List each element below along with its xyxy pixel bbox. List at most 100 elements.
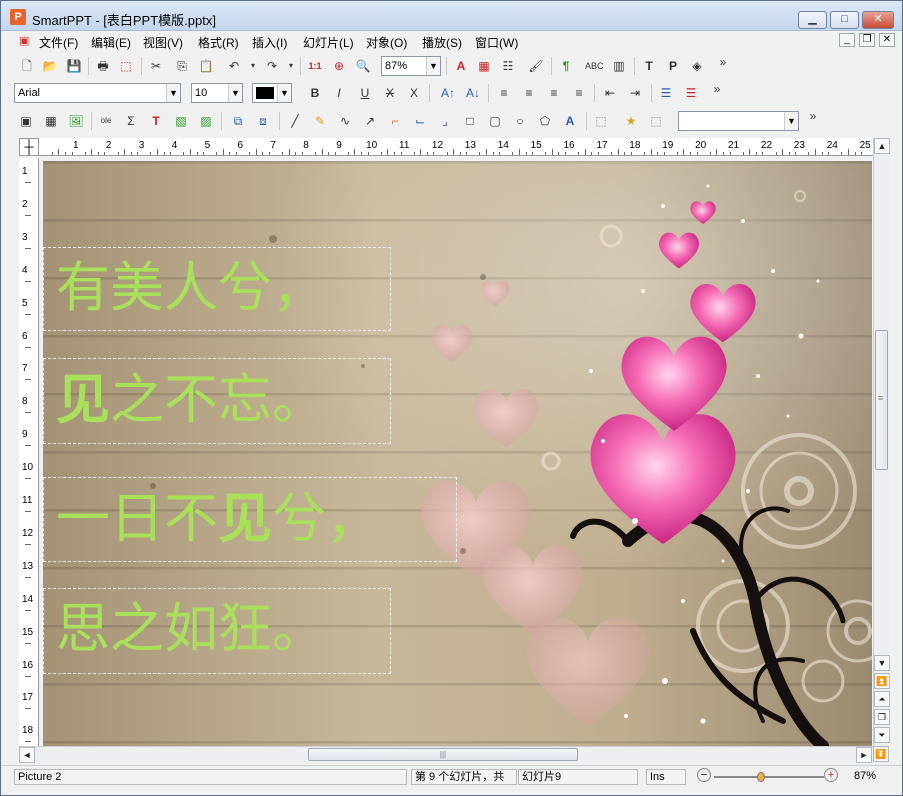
font-color-icon[interactable]: A — [452, 57, 470, 75]
slide-number-icon[interactable]: 1:1 — [306, 57, 324, 75]
grow-font-button[interactable]: A↑ — [437, 84, 459, 102]
previous-slide-button[interactable]: ⏶ — [874, 691, 890, 707]
connector-icon[interactable]: ⌐ — [386, 112, 404, 130]
mdi-minimize-button[interactable]: _ — [839, 33, 855, 47]
undo-dropdown-icon[interactable]: ▾ — [244, 57, 262, 75]
scroll-right-button[interactable]: ► — [856, 747, 872, 763]
pdf-export-icon[interactable]: ⬚ — [117, 57, 135, 75]
insert-table-icon[interactable]: ▦ — [475, 57, 493, 75]
maximize-button[interactable]: □ — [830, 11, 859, 29]
toolbar-overflow-button[interactable]: » — [708, 80, 726, 98]
menu-object[interactable]: 对象(O) — [366, 34, 407, 51]
slide-canvas[interactable]: 有美人兮， 见之不忘。 一日不见兮， 思之如狂。 — [43, 161, 872, 746]
bold-button[interactable]: B — [306, 84, 324, 102]
new-doc-icon[interactable]: 🗋 — [18, 57, 36, 75]
menu-window[interactable]: 窗口(W) — [475, 34, 518, 51]
text-color-select[interactable]: ▼ — [252, 83, 292, 103]
horizontal-scroll-thumb[interactable]: ||| — [308, 748, 578, 761]
undo-icon[interactable]: ↶ — [225, 57, 243, 75]
save-icon[interactable]: 💾 — [65, 57, 83, 75]
menu-play[interactable]: 播放(S) — [422, 34, 462, 51]
pencil-tool-icon[interactable]: ✎ — [311, 112, 329, 130]
style-select[interactable]: ▼ — [678, 111, 799, 131]
plugin-frame-icon[interactable]: ▨ — [197, 112, 215, 130]
text-frame-line-4[interactable]: 思之如狂。 — [43, 588, 391, 674]
ellipse-tool-icon[interactable]: ○ — [511, 112, 529, 130]
list-outline-icon[interactable]: ☷ — [499, 57, 517, 75]
text-frame-icon[interactable]: T — [147, 112, 165, 130]
close-button[interactable]: ✕ — [862, 11, 894, 29]
cut-icon[interactable]: ✂ — [147, 57, 165, 75]
zoom-select[interactable]: 87% ▼ — [381, 56, 441, 76]
font-family-select[interactable]: Arial ▼ — [14, 83, 181, 103]
curve-tool-icon[interactable]: ∿ — [336, 112, 354, 130]
copy-icon[interactable]: ⎘ — [173, 57, 191, 75]
menu-view[interactable]: 视图(V) — [143, 34, 183, 51]
layers-icon[interactable]: ◈ — [688, 57, 706, 75]
menu-edit[interactable]: 编辑(E) — [91, 34, 131, 51]
text-frame-line-3[interactable]: 一日不见兮， — [43, 477, 457, 562]
italic-button[interactable]: I — [330, 84, 348, 102]
next-slide-button[interactable]: ⏷ — [874, 727, 890, 743]
zoom-slider[interactable] — [714, 776, 824, 778]
shapes-tool-icon[interactable]: ⬠ — [536, 112, 554, 130]
vertical-scroll-thumb[interactable]: ≡ — [875, 330, 888, 470]
shrink-font-button[interactable]: A↓ — [462, 84, 484, 102]
arrow-tool-icon[interactable]: ↗ — [361, 112, 379, 130]
vertical-scrollbar[interactable]: ▲ ≡ ▼ ⏫ ⏶ ❐ ⏷ — [873, 138, 890, 746]
table-frame-icon[interactable]: ▦ — [42, 112, 60, 130]
ole-object-icon[interactable]: ole — [97, 112, 115, 130]
mdi-restore-button[interactable]: ❐ — [859, 33, 875, 47]
first-slide-button[interactable]: ⏫ — [874, 673, 890, 689]
redo-dropdown-icon[interactable]: ▾ — [282, 57, 300, 75]
menu-file[interactable]: 文件(F) — [39, 34, 78, 51]
underline-button[interactable]: U — [356, 84, 374, 102]
menu-slide[interactable]: 幻灯片(L) — [303, 34, 354, 51]
clear-format-button[interactable]: X — [405, 84, 423, 102]
picture-frame-icon[interactable]: 🖼 — [67, 112, 85, 130]
side-panel-handle[interactable] — [5, 138, 19, 748]
transparency-icon[interactable]: ⬚ — [647, 112, 665, 130]
scroll-left-button[interactable]: ◄ — [19, 747, 35, 763]
zoom-out-button[interactable]: − — [697, 768, 711, 782]
horizontal-scrollbar[interactable]: ◄ ||| ► — [19, 746, 873, 763]
format-brush-icon[interactable]: 🖌 — [527, 57, 545, 75]
ruler-corner-icon[interactable]: ┼ — [19, 138, 39, 156]
last-slide-button[interactable]: ⏬ — [873, 746, 889, 762]
chart-frame-icon[interactable]: ▧ — [172, 112, 190, 130]
zoom-in-button[interactable]: + — [824, 768, 838, 782]
chart-icon[interactable]: ▥ — [610, 57, 628, 75]
curved-connector-icon[interactable]: ⌟ — [436, 112, 454, 130]
rectangle-tool-icon[interactable]: □ — [461, 112, 479, 130]
ungroup-icon[interactable]: ⧈ — [254, 112, 272, 130]
open-folder-icon[interactable]: 📂 — [41, 57, 59, 75]
formula-frame-icon[interactable]: Σ — [122, 112, 140, 130]
text-frame-line-1[interactable]: 有美人兮， — [43, 247, 391, 331]
text-frame-line-2[interactable]: 见之不忘。 — [43, 358, 391, 444]
indent-button[interactable]: ⇥ — [626, 84, 644, 102]
group-icon[interactable]: ⧉ — [229, 112, 247, 130]
rounded-rect-tool-icon[interactable]: ▢ — [486, 112, 504, 130]
menu-format[interactable]: 格式(R) — [198, 34, 239, 51]
toolbar-overflow-button[interactable]: » — [714, 53, 732, 71]
menu-insert[interactable]: 插入(I) — [252, 34, 287, 51]
justify-button[interactable]: ≡ — [570, 84, 588, 102]
align-left-button[interactable]: ≡ — [495, 84, 513, 102]
zoom-slider-handle[interactable] — [757, 772, 765, 782]
font-size-select[interactable]: 10 ▼ — [191, 83, 243, 103]
paragraph-mark-icon[interactable]: ¶ — [557, 57, 575, 75]
frame-p-icon[interactable]: P — [664, 57, 682, 75]
numbered-list-button[interactable]: ☰ — [682, 84, 700, 102]
spellcheck-icon[interactable]: ABC — [585, 57, 604, 75]
wordart-tool-icon[interactable]: A — [561, 112, 579, 130]
strikethrough-button[interactable]: X — [381, 84, 399, 102]
mdi-close-button[interactable]: ✕ — [879, 33, 895, 47]
star-effect-icon[interactable]: ★ — [622, 112, 640, 130]
scroll-up-button[interactable]: ▲ — [874, 138, 890, 154]
elbow-connector-icon[interactable]: ⌙ — [411, 112, 429, 130]
magnifier-icon[interactable]: 🔍 — [354, 57, 372, 75]
redo-icon[interactable]: ↷ — [263, 57, 281, 75]
paste-icon[interactable]: 📋 — [197, 57, 215, 75]
scroll-down-button[interactable]: ▼ — [874, 655, 890, 671]
bullet-list-button[interactable]: ☰ — [657, 84, 675, 102]
